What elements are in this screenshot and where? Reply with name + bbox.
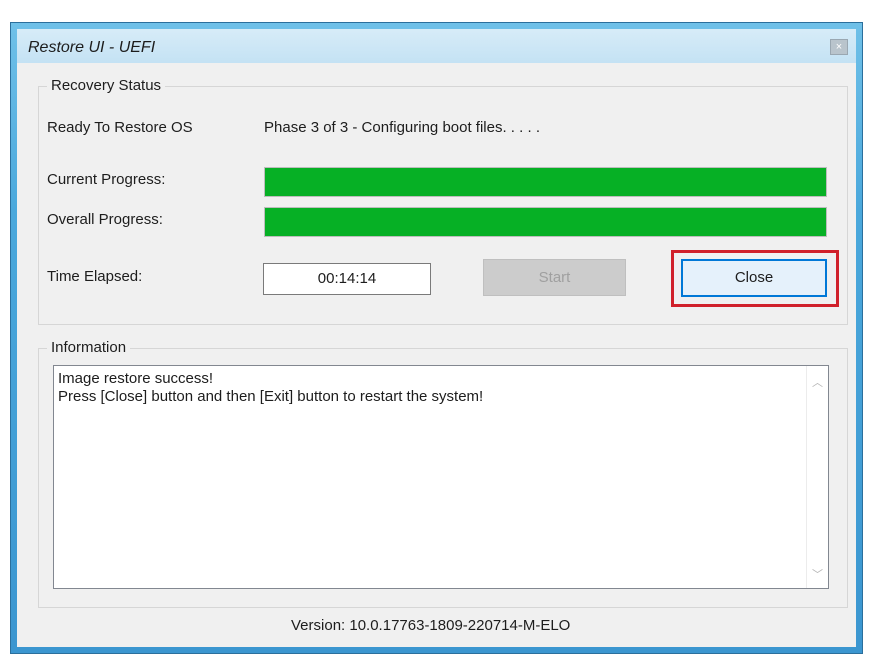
start-button[interactable]: Start (483, 259, 626, 296)
version-text: Version: 10.0.17763-1809-220714-M-ELO (291, 617, 571, 634)
overall-progress-bar (264, 207, 827, 237)
information-text: Image restore success! Press [Close] but… (58, 370, 798, 406)
overall-progress-fill (265, 208, 826, 236)
information-line: Image restore success! (58, 370, 214, 387)
window-body: Restore UI - UEFI × Recovery Status Read… (17, 29, 856, 647)
current-progress-label: Current Progress: (47, 171, 166, 188)
time-elapsed-value: 00:14:14 (263, 263, 431, 295)
current-progress-bar (264, 167, 827, 197)
information-textbox[interactable]: Image restore success! Press [Close] but… (53, 365, 829, 589)
information-legend: Information (47, 339, 131, 356)
overall-progress-label: Overall Progress: (47, 211, 163, 228)
information-scrollbar[interactable]: ︿ ﹀ (806, 366, 828, 588)
current-progress-fill (265, 168, 826, 196)
time-elapsed-label: Time Elapsed: (47, 268, 143, 285)
title-bar[interactable]: Restore UI - UEFI × (17, 29, 856, 63)
information-line: Press [Close] button and then [Exit] but… (58, 388, 484, 405)
phase-text: Phase 3 of 3 - Configuring boot files. .… (264, 119, 540, 136)
window-close-icon[interactable]: × (830, 39, 848, 55)
recovery-status-group: Recovery Status Ready To Restore OS Phas… (38, 77, 848, 325)
window-frame: Restore UI - UEFI × Recovery Status Read… (10, 22, 863, 654)
recovery-status-legend: Recovery Status (47, 77, 166, 94)
scroll-up-icon[interactable]: ︿ (812, 374, 823, 390)
client-area: Recovery Status Ready To Restore OS Phas… (17, 63, 856, 647)
information-group: Information Image restore success! Press… (38, 339, 848, 608)
window-title: Restore UI - UEFI (28, 39, 156, 56)
close-button[interactable]: Close (681, 259, 827, 297)
scroll-down-icon[interactable]: ﹀ (812, 566, 823, 582)
status-label: Ready To Restore OS (47, 119, 193, 136)
